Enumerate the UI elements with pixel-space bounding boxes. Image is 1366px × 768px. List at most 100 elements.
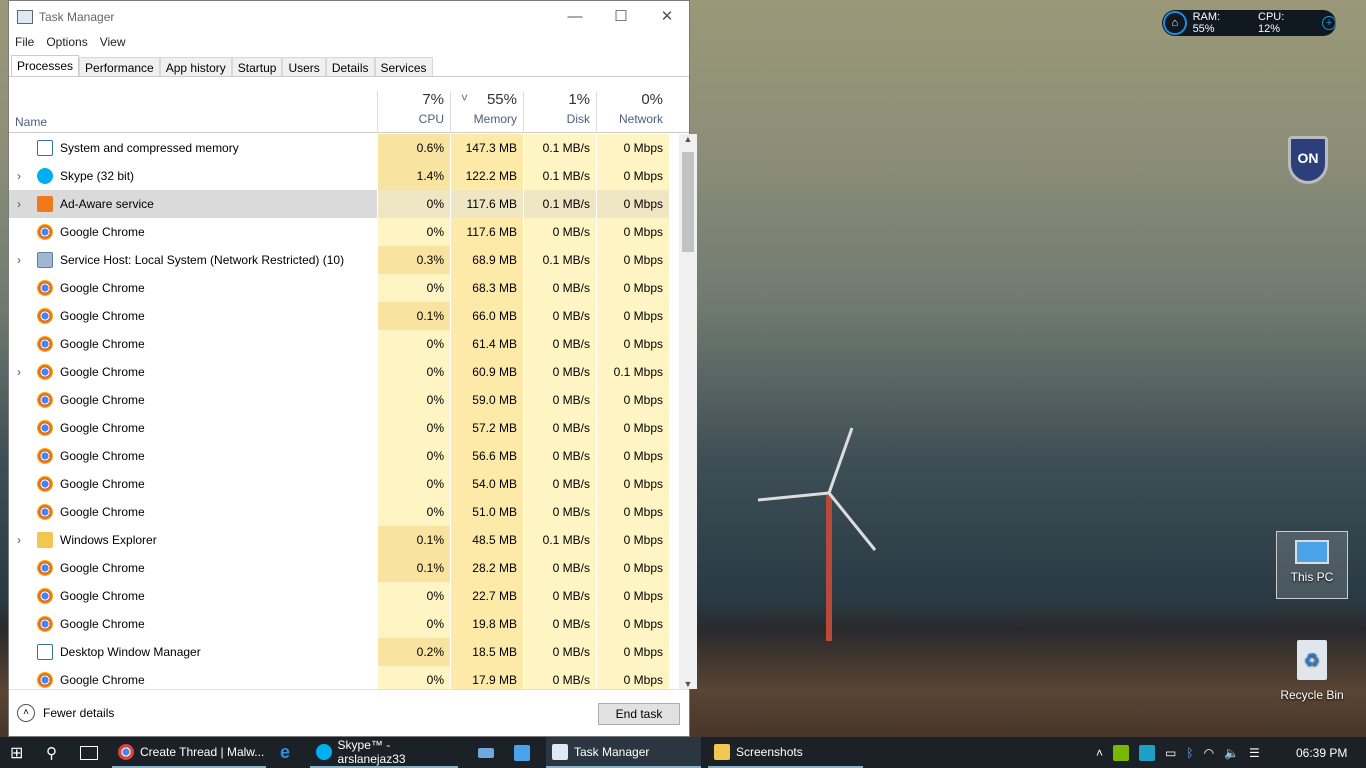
desktop-icon-this-pc[interactable]: This PC [1276, 531, 1348, 599]
process-row[interactable]: Google Chrome 0.1% 66.0 MB 0 MB/s 0 Mbps [9, 302, 677, 330]
process-row[interactable]: Google Chrome 0% 117.6 MB 0 MB/s 0 Mbps [9, 218, 677, 246]
close-button[interactable]: ✕ [644, 1, 690, 31]
column-header: Name 7% CPU ˅ 55% Memory 1% Disk 0% Network [9, 77, 689, 133]
disk-cell: 0 MB/s [523, 638, 596, 666]
start-button[interactable]: ⊞ [10, 737, 23, 768]
nvidia-icon[interactable] [1113, 744, 1130, 761]
expand-chevron-icon[interactable]: › [17, 533, 21, 547]
process-row[interactable]: Google Chrome 0% 57.2 MB 0 MB/s 0 Mbps [9, 414, 677, 442]
column-cpu[interactable]: 7% CPU [377, 91, 450, 133]
scroll-up-icon[interactable]: ▲ [679, 134, 697, 144]
column-network[interactable]: 0% Network [596, 91, 669, 133]
column-disk[interactable]: 1% Disk [523, 91, 596, 133]
taskbar-item-screenshots[interactable]: Screenshots [708, 737, 863, 768]
tab-performance[interactable]: Performance [79, 57, 160, 76]
chrome-icon [118, 743, 134, 760]
expand-chevron-icon[interactable]: › [17, 169, 21, 183]
process-row[interactable]: › Google Chrome 0% 60.9 MB 0 MB/s 0.1 Mbp… [9, 358, 677, 386]
system-tray: ˄ ▭ ᛒ ◠ 🔈 ☰ [1096, 737, 1260, 768]
taskbar-item-keyboard[interactable] [478, 737, 494, 768]
task-view-button[interactable] [80, 737, 98, 768]
process-row[interactable]: Google Chrome 0% 19.8 MB 0 MB/s 0 Mbps [9, 610, 677, 638]
process-name-cell: Google Chrome [9, 610, 377, 638]
tab-details[interactable]: Details [325, 57, 375, 76]
process-row[interactable]: System and compressed memory 0.6% 147.3 … [9, 134, 677, 162]
process-row[interactable]: Desktop Window Manager 0.2% 18.5 MB 0 MB… [9, 638, 677, 666]
chrome-icon [37, 308, 53, 324]
disk-cell: 0.1 MB/s [523, 162, 596, 190]
system-monitor-widget[interactable]: ⌂ RAM: 55% CPU: 12% + [1162, 10, 1336, 36]
column-name[interactable]: Name [15, 115, 47, 129]
maximize-button[interactable]: ☐ [598, 1, 644, 31]
taskbar-item-edge[interactable]: e [280, 737, 290, 768]
end-task-button[interactable]: End task [598, 703, 680, 725]
taskbar-item-skype[interactable]: Skype™ - arslanejaz33 [310, 737, 458, 768]
action-center-icon[interactable]: ☰ [1249, 746, 1260, 760]
process-row[interactable]: Google Chrome 0% 22.7 MB 0 MB/s 0 Mbps [9, 582, 677, 610]
chrome-icon [37, 504, 53, 520]
network-cell: 0 Mbps [596, 246, 669, 274]
shield-on-icon[interactable]: ON [1288, 136, 1328, 184]
disk-cell: 0 MB/s [523, 358, 596, 386]
process-row[interactable]: Google Chrome 0% 68.3 MB 0 MB/s 0 Mbps [9, 274, 677, 302]
adaware-tray-icon[interactable] [1139, 744, 1156, 761]
fewer-details-button[interactable]: ˄ Fewer details [17, 704, 114, 722]
tab-users[interactable]: Users [282, 57, 326, 76]
expand-chevron-icon[interactable]: › [17, 365, 21, 379]
folder-icon [37, 532, 53, 548]
scroll-down-icon[interactable]: ▼ [679, 679, 697, 689]
process-row[interactable]: Google Chrome 0% 56.6 MB 0 MB/s 0 Mbps [9, 442, 677, 470]
process-name-cell: › Windows Explorer [9, 526, 377, 554]
expand-chevron-icon[interactable]: › [17, 197, 21, 211]
process-name-cell: › Service Host: Local System (Network Res… [9, 246, 377, 274]
scrollbar-thumb[interactable] [682, 152, 694, 252]
clock[interactable]: 06:39 PM [1296, 737, 1347, 768]
process-name: Google Chrome [60, 337, 145, 351]
bluetooth-icon[interactable]: ᛒ [1186, 746, 1193, 760]
volume-icon[interactable]: 🔈 [1224, 746, 1239, 760]
process-name: Google Chrome [60, 477, 145, 491]
process-row[interactable]: Google Chrome 0% 51.0 MB 0 MB/s 0 Mbps [9, 498, 677, 526]
menu-file[interactable]: File [15, 35, 34, 49]
broom-icon[interactable]: ⌂ [1163, 11, 1187, 35]
expand-chevron-icon[interactable]: › [17, 253, 21, 267]
power-icon[interactable]: ▭ [1165, 746, 1176, 760]
tab-startup[interactable]: Startup [231, 57, 283, 76]
process-name-cell: Google Chrome [9, 386, 377, 414]
process-row[interactable]: Google Chrome 0.1% 28.2 MB 0 MB/s 0 Mbps [9, 554, 677, 582]
process-row[interactable]: › Windows Explorer 0.1% 48.5 MB 0.1 MB/s … [9, 526, 677, 554]
process-row[interactable]: › Skype (32 bit) 1.4% 122.2 MB 0.1 MB/s 0… [9, 162, 677, 190]
adaware-icon [37, 196, 53, 212]
process-row[interactable]: › Service Host: Local System (Network Res… [9, 246, 677, 274]
search-button[interactable]: ⚲ [46, 737, 57, 768]
tab-processes[interactable]: Processes [11, 55, 80, 76]
plus-icon[interactable]: + [1322, 16, 1336, 30]
task-manager-icon [17, 10, 33, 24]
process-name: Skype (32 bit) [60, 169, 135, 183]
tab-app-history[interactable]: App history [159, 57, 232, 76]
show-hidden-icons-chevron-icon[interactable]: ˄ [1096, 746, 1103, 760]
network-cell: 0 Mbps [596, 582, 669, 610]
tab-services[interactable]: Services [374, 57, 433, 76]
process-row[interactable]: Google Chrome 0% 59.0 MB 0 MB/s 0 Mbps [9, 386, 677, 414]
taskbar-item-task-manager[interactable]: Task Manager [546, 737, 701, 768]
desktop-icon-recycle-bin[interactable]: ♻ Recycle Bin [1276, 636, 1348, 704]
monitor-icon [514, 744, 530, 761]
cpu-cell: 0.6% [377, 134, 450, 162]
process-row[interactable]: Google Chrome 0% 17.9 MB 0 MB/s 0 Mbps [9, 666, 677, 689]
minimize-button[interactable]: — [552, 1, 598, 31]
ram-readout: RAM: 55% [1192, 11, 1221, 35]
wifi-icon[interactable]: ◠ [1204, 746, 1214, 760]
process-row[interactable]: › Ad-Aware service 0% 117.6 MB 0.1 MB/s 0… [9, 190, 677, 218]
taskbar-item-computer[interactable] [514, 737, 530, 768]
taskbar-item-chrome[interactable]: Create Thread | Malw... [112, 737, 266, 768]
column-memory[interactable]: ˅ 55% Memory [450, 91, 523, 133]
process-row[interactable]: Google Chrome 0% 61.4 MB 0 MB/s 0 Mbps [9, 330, 677, 358]
menu-view[interactable]: View [100, 35, 126, 49]
menu-options[interactable]: Options [46, 35, 87, 49]
disk-cell: 0 MB/s [523, 582, 596, 610]
windows-icon: ⊞ [10, 744, 24, 762]
process-row[interactable]: Google Chrome 0% 54.0 MB 0 MB/s 0 Mbps [9, 470, 677, 498]
network-cell: 0 Mbps [596, 414, 669, 442]
vertical-scrollbar[interactable]: ▲ ▼ [679, 134, 697, 689]
